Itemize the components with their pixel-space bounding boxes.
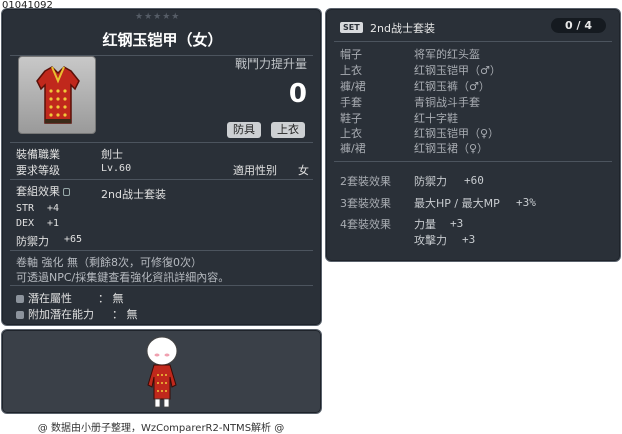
job-label: 裝備職業 bbox=[16, 148, 60, 161]
set-item-slot: 上衣 bbox=[340, 127, 362, 140]
tag-armor: 防具 bbox=[227, 122, 261, 138]
stat-value: +65 bbox=[64, 234, 83, 245]
divider bbox=[10, 285, 313, 286]
set-item-slot: 褲/裙 bbox=[340, 80, 366, 93]
gender-value: 女 bbox=[298, 164, 309, 177]
set-effect-2-value: +60 bbox=[464, 174, 484, 187]
set-effect-4-value: +3 bbox=[462, 233, 476, 246]
set-item-name: 红钢玉铠甲（♀） bbox=[414, 127, 500, 140]
set-effect-4-stat: 攻擊力 bbox=[414, 234, 447, 247]
item-icon bbox=[18, 56, 96, 134]
set-effect-3-value: +3% bbox=[516, 196, 536, 209]
potential-row: 潛在屬性 bbox=[16, 290, 72, 306]
set-effect-2-stat: 防禦力 bbox=[414, 175, 447, 188]
set-item-name: 红钢玉铠甲（♂） bbox=[414, 64, 501, 77]
set-effect-4-stat: 力量 bbox=[414, 218, 436, 231]
set-item-name: 青铜战斗手套 bbox=[414, 96, 480, 109]
set-item-name: 红钢玉裙（♀） bbox=[414, 142, 489, 155]
set-effect-2-label: 2套裝效果 bbox=[340, 175, 391, 188]
set-item-name: 红钢玉裤（♂） bbox=[414, 80, 490, 93]
set-item-name: 将军的红头盔 bbox=[414, 48, 480, 61]
star-rating: ★★★★★ bbox=[135, 12, 181, 22]
divider bbox=[10, 250, 313, 251]
item-title: 红钢玉铠甲（女） bbox=[102, 31, 223, 49]
potential-value: ： 無 bbox=[98, 292, 124, 305]
bullet-icon bbox=[16, 311, 24, 319]
divider bbox=[10, 142, 313, 143]
set-item-slot: 上衣 bbox=[340, 64, 362, 77]
power-label: 戰鬥力提升量 bbox=[234, 57, 307, 71]
set-item-slot: 鞋子 bbox=[340, 112, 362, 125]
stat-name: STR bbox=[16, 203, 35, 214]
set-effect-4-label: 4套裝效果 bbox=[340, 218, 391, 231]
set-effect-3-stat: 最大HP / 最大MP bbox=[414, 197, 500, 210]
set-name: 2nd战士套装 bbox=[370, 22, 435, 35]
set-effect-3-label: 3套裝效果 bbox=[340, 197, 391, 210]
lock-icon bbox=[63, 188, 70, 196]
divider bbox=[10, 179, 313, 180]
stat-value: +4 bbox=[47, 203, 60, 214]
bullet-icon bbox=[16, 295, 24, 303]
set-effect-label: 套組效果 bbox=[16, 183, 70, 199]
divider bbox=[334, 161, 612, 162]
potential-label: 潛在屬性 bbox=[28, 292, 72, 305]
stat-name: DEX bbox=[16, 218, 35, 229]
stat-name: 防禦力 bbox=[16, 235, 49, 248]
item-tooltip-panel: ★★★★★ 红钢玉铠甲（女） 戰鬥力提升量 0 防具 上衣 裝備職業 劍士 要求… bbox=[1, 8, 322, 326]
set-effect-value: 2nd战士套装 bbox=[101, 188, 166, 201]
divider bbox=[334, 41, 612, 42]
additional-potential-row: 附加潛在能力 bbox=[16, 306, 94, 322]
set-effect-text: 套組效果 bbox=[16, 185, 60, 198]
level-value: Lv.60 bbox=[101, 163, 132, 174]
additional-potential-value: ： 無 bbox=[112, 308, 138, 321]
upgrade-text: 卷軸 強化 無（剩餘8次，可修復0次） bbox=[16, 256, 202, 269]
level-label: 要求等级 bbox=[16, 164, 60, 177]
tag-top: 上衣 bbox=[271, 122, 305, 138]
set-item-slot: 褲/裙 bbox=[340, 142, 366, 155]
set-item-slot: 帽子 bbox=[340, 48, 362, 61]
additional-potential-label: 附加潛在能力 bbox=[28, 308, 94, 321]
set-item-name: 红十字鞋 bbox=[414, 112, 458, 125]
set-item-slot: 手套 bbox=[340, 96, 362, 109]
power-value: 0 bbox=[288, 79, 307, 109]
set-count: 0 / 4 bbox=[551, 18, 606, 33]
gender-label: 適用性别 bbox=[233, 164, 277, 177]
avatar-preview-panel bbox=[1, 329, 322, 414]
character-avatar bbox=[146, 336, 178, 408]
armor-icon bbox=[36, 66, 80, 124]
footer-credit: @ 数据由小册子整理，WzComparerR2-NTMS解析 @ bbox=[37, 423, 285, 434]
set-effect-4-value: +3 bbox=[450, 217, 464, 230]
set-panel: SET 2nd战士套装 0 / 4 帽子 将军的红头盔 上衣 红钢玉铠甲（♂） … bbox=[325, 8, 621, 262]
stat-value: +1 bbox=[47, 218, 60, 229]
hint-text: 可透過NPC/採集鍵查看強化資訊詳細內容。 bbox=[16, 271, 230, 284]
job-value: 劍士 bbox=[101, 148, 123, 161]
set-badge: SET bbox=[340, 22, 363, 33]
